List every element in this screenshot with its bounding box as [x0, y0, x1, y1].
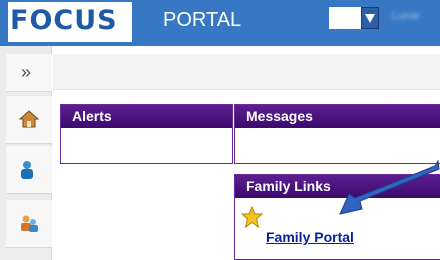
pointer-arrow-icon [339, 159, 440, 215]
dropdown-button[interactable] [361, 7, 379, 29]
alerts-panel: Alerts [60, 104, 233, 164]
family-portal-link[interactable]: Family Portal [266, 229, 354, 245]
home-icon [19, 110, 39, 128]
main-content: Alerts Messages Family Links Family Port… [53, 46, 440, 260]
star-icon [241, 206, 263, 228]
alerts-title: Alerts [61, 105, 232, 128]
portal-label: PORTAL [163, 9, 242, 31]
family-icon [21, 215, 38, 232]
logo-text: FOCUS [10, 5, 118, 36]
focus-logo[interactable]: FOCUS [8, 2, 132, 42]
sidebar-expand-button[interactable]: » [6, 54, 52, 92]
chevron-down-icon [365, 14, 375, 23]
user-name[interactable]: Lunar [392, 10, 420, 22]
sidebar-item-home[interactable] [6, 96, 52, 144]
student-icon [21, 161, 33, 179]
sidebar-item-family[interactable] [6, 200, 52, 248]
top-header: FOCUS PORTAL Lunar [0, 0, 440, 46]
sidebar-item-student[interactable] [6, 146, 52, 194]
double-chevron-right-icon: » [21, 62, 32, 82]
search-input[interactable] [329, 7, 361, 29]
sidebar: » [0, 46, 52, 260]
messages-title: Messages [235, 105, 440, 128]
toolbar-strip [53, 54, 440, 90]
